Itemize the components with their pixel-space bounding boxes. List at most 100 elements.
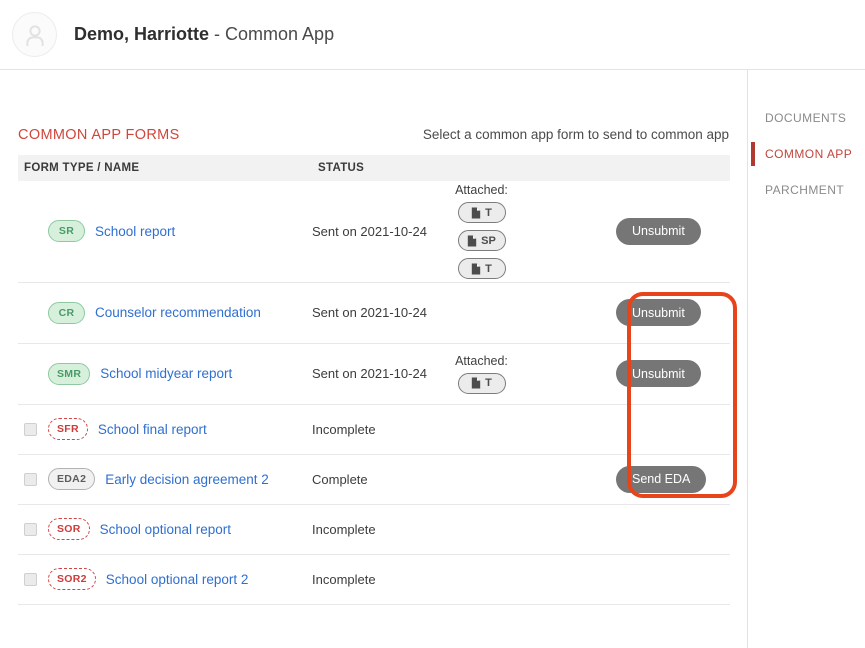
form-action-cell (616, 554, 730, 605)
section-hint-text: Select a common app form to send to comm… (422, 127, 729, 142)
sidebar-nav-list: DOCUMENTS COMMON APP PARCHMENT (748, 100, 865, 208)
form-action-cell (616, 404, 730, 455)
common-app-forms-table: FORM TYPE / NAME STATUS SR School report S… (18, 155, 730, 605)
attached-label: Attached: (455, 353, 508, 368)
form-name-wrapper: EDA2 Early decision agreement 2 (18, 468, 312, 490)
form-type-badge: SR (48, 220, 85, 243)
send-eda-button[interactable]: Send EDA (616, 465, 707, 493)
form-name-link[interactable]: School optional report (100, 522, 231, 537)
form-name-cell: SOR School optional report (18, 504, 312, 555)
form-type-badge: SFR (48, 418, 88, 440)
row-checkbox[interactable] (24, 572, 37, 586)
form-status-cell: Sent on 2021-10-24 (312, 181, 429, 283)
form-name-link[interactable]: Early decision agreement 2 (105, 472, 269, 487)
attachments-cell (429, 554, 616, 605)
form-name-cell: SOR2 School optional report 2 (18, 554, 312, 605)
attachments-cell (429, 504, 616, 555)
form-name-wrapper: SOR2 School optional report 2 (18, 568, 312, 590)
form-name-cell: SMR School midyear report (18, 343, 312, 405)
attachments-block: Attached: T SP T (429, 183, 534, 280)
table-header: FORM TYPE / NAME STATUS (18, 155, 730, 181)
form-action-cell (616, 504, 730, 555)
form-name-link[interactable]: School report (95, 224, 175, 239)
form-action-cell: Unsubmit (616, 282, 730, 344)
row-checkbox[interactable] (24, 472, 37, 486)
attachment-label: T (485, 206, 492, 219)
common-app-forms-pane: COMMON APP FORMS Select a common app for… (0, 70, 748, 648)
attachment-label: SP (481, 234, 496, 247)
table-row: SOR2 School optional report 2 Incomplete (18, 554, 730, 605)
form-name-wrapper: SOR School optional report (18, 518, 312, 540)
attachments-block: Attached: T (429, 354, 534, 394)
form-name-link[interactable]: School final report (98, 422, 207, 437)
sidebar-item-documents[interactable]: DOCUMENTS (748, 100, 865, 136)
attachment-label: T (485, 262, 492, 275)
student-name: Demo, Harriotte (74, 24, 210, 44)
attachment-chip[interactable]: T (457, 258, 506, 280)
attachments-cell: Attached: T SP T (429, 181, 616, 283)
form-name-link[interactable]: School midyear report (100, 366, 232, 381)
form-type-badge: SOR2 (48, 568, 96, 590)
attachment-chip[interactable]: T (457, 372, 506, 394)
attachments-cell: Attached: T (429, 343, 616, 405)
user-avatar-icon (12, 12, 57, 57)
form-name-wrapper: SFR School final report (18, 418, 312, 440)
page-context-label: - Common App (209, 24, 335, 44)
form-name-cell: EDA2 Early decision agreement 2 (18, 454, 312, 505)
form-name-wrapper: SR School report (18, 220, 312, 243)
document-file-icon (471, 207, 481, 219)
form-name-cell: SFR School final report (18, 404, 312, 455)
table-row: SOR School optional report Incomplete (18, 504, 730, 555)
attachments-cell (429, 404, 616, 455)
row-checkbox[interactable] (24, 522, 37, 536)
form-name-link[interactable]: Counselor recommendation (95, 305, 261, 320)
form-name-cell: CR Counselor recommendation (18, 282, 312, 344)
table-row: EDA2 Early decision agreement 2 Complete Se… (18, 454, 730, 505)
section-header: COMMON APP FORMS Select a common app for… (18, 70, 729, 155)
table-row: SMR School midyear report Sent on 2021-10-… (18, 343, 730, 405)
attached-label: Attached: (455, 183, 508, 198)
table-row: SR School report Sent on 2021-10-24 Attache… (18, 181, 730, 283)
body-wrapper: COMMON APP FORMS Select a common app for… (0, 70, 865, 648)
column-header-form-type-name: FORM TYPE / NAME (18, 155, 312, 181)
attachments-cell (429, 282, 616, 344)
table-row: CR Counselor recommendation Sent on 2021-1… (18, 282, 730, 344)
page-header: Demo, Harriotte - Common App (0, 0, 865, 70)
unsubmit-button[interactable]: Unsubmit (616, 217, 701, 245)
form-status-cell: Complete (312, 454, 429, 505)
form-name-cell: SR School report (18, 181, 312, 283)
form-type-badge: SMR (48, 362, 91, 385)
attachment-chip[interactable]: T (457, 202, 506, 224)
form-name-link[interactable]: School optional report 2 (106, 572, 249, 587)
sidebar-item-parchment[interactable]: PARCHMENT (748, 172, 865, 208)
form-status-cell: Incomplete (312, 404, 429, 455)
unsubmit-button[interactable]: Unsubmit (616, 299, 701, 326)
attachments-cell (429, 454, 616, 505)
attachment-chip[interactable]: SP (457, 230, 506, 252)
sidebar-item-common-app[interactable]: COMMON APP (748, 136, 865, 172)
form-name-wrapper: CR Counselor recommendation (18, 301, 312, 324)
table-row: SFR School final report Incomplete (18, 404, 730, 455)
form-status-cell: Incomplete (312, 554, 429, 605)
page-title: Demo, Harriotte - Common App (74, 24, 334, 45)
form-type-badge: SOR (48, 518, 90, 540)
row-checkbox[interactable] (24, 422, 37, 436)
right-sidebar: DOCUMENTS COMMON APP PARCHMENT (748, 70, 865, 648)
form-type-badge: CR (48, 301, 85, 324)
table-body: SR School report Sent on 2021-10-24 Attache… (18, 181, 730, 605)
document-file-icon (471, 377, 481, 389)
unsubmit-button[interactable]: Unsubmit (616, 360, 701, 387)
form-action-cell: Unsubmit (616, 343, 730, 405)
section-title: COMMON APP FORMS (18, 127, 180, 143)
form-status-cell: Incomplete (312, 504, 429, 555)
table-header-row: FORM TYPE / NAME STATUS (18, 155, 730, 181)
column-header-actions (616, 155, 730, 181)
document-file-icon (467, 235, 477, 247)
column-header-attachments (429, 155, 616, 181)
form-type-badge: EDA2 (48, 468, 96, 490)
attachment-label: T (485, 377, 492, 389)
form-status-cell: Sent on 2021-10-24 (312, 343, 429, 405)
form-action-cell: Send EDA (616, 454, 730, 505)
form-status-cell: Sent on 2021-10-24 (312, 282, 429, 344)
form-name-wrapper: SMR School midyear report (18, 362, 312, 385)
